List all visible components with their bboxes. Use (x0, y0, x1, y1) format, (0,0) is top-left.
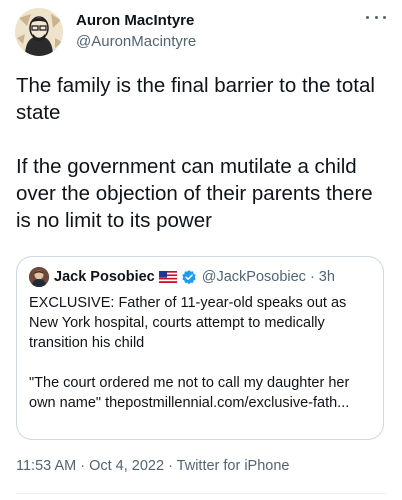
quoted-tweet-header: Jack Posobiec @JackPosobiec · 3h (29, 267, 335, 287)
author-name[interactable]: Auron MacIntyre (76, 12, 194, 29)
more-options-icon[interactable] (366, 10, 386, 24)
divider (16, 493, 386, 494)
more-dot (383, 15, 386, 19)
quoted-author-name: Jack Posobiec (54, 269, 155, 285)
us-flag-icon (158, 271, 177, 283)
tweet-paragraph: If the government can mutilate a child o… (16, 155, 373, 232)
tweet-timestamp[interactable]: 11:53 AM · Oct 4, 2022 · Twitter for iPh… (16, 458, 290, 474)
tweet-paragraph: The family is the final barrier to the t… (16, 74, 375, 124)
quoted-author-avatar (29, 267, 49, 287)
separator-dot: · (309, 269, 315, 285)
quoted-tweet[interactable]: Jack Posobiec @JackPosobiec · 3h EXCLUSI… (16, 256, 384, 440)
more-dot (366, 15, 369, 19)
verified-badge-icon (182, 270, 196, 285)
tweet-text: The family is the final barrier to the t… (16, 72, 392, 234)
person-avatar-icon (29, 267, 49, 287)
more-dot (374, 15, 378, 19)
author-avatar[interactable] (15, 8, 63, 56)
quoted-paragraph: EXCLUSIVE: Father of 11-year-old speaks … (29, 295, 347, 351)
quoted-tweet-text: EXCLUSIVE: Father of 11-year-old speaks … (29, 293, 374, 413)
author-handle[interactable]: @AuronMacintyre (76, 33, 196, 50)
quoted-paragraph: "The court ordered me not to call my dau… (29, 375, 350, 411)
quoted-author-handle: @JackPosobiec (201, 269, 306, 285)
avatar-illustration-icon (15, 8, 63, 56)
quoted-tweet-time: 3h (318, 269, 335, 285)
